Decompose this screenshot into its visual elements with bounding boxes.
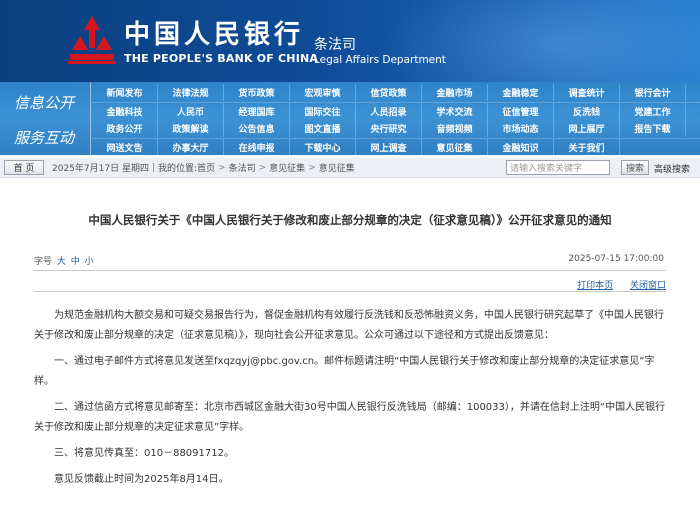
- breadcrumb-item[interactable]: 意见征集: [269, 161, 305, 174]
- nav-item[interactable]: 银行会计: [620, 84, 686, 101]
- article-paragraph: 为规范金融机构大额交易和可疑交易报告行为，督促金融机构有效履行反洗钱和反恐怖融资…: [34, 310, 664, 341]
- font-size-label: 字号: [34, 257, 53, 267]
- nav-item[interactable]: 下载中心: [290, 139, 356, 156]
- nav-divider: [90, 82, 91, 155]
- nav-item[interactable]: 货币政策: [224, 84, 290, 101]
- nav-item[interactable]: 人员招录: [356, 103, 422, 120]
- chevron-right-icon: >: [258, 162, 267, 173]
- nav-item[interactable]: 人民币: [158, 103, 224, 120]
- nav-item[interactable]: 新闻发布: [92, 84, 158, 101]
- nav-item[interactable]: 金融科技: [92, 103, 158, 120]
- nav-item[interactable]: 征信管理: [488, 103, 554, 120]
- article-actions: 打印本页 关闭窗口: [563, 278, 666, 291]
- bank-name-cn: 中国人民银行: [124, 20, 305, 50]
- nav-item[interactable]: 网上展厅: [554, 120, 620, 137]
- search-button[interactable]: 搜索: [621, 160, 649, 175]
- divider: [34, 270, 666, 271]
- nav-item[interactable]: 金融稳定: [488, 84, 554, 101]
- search-input[interactable]: 请输入搜索关键字: [506, 160, 610, 175]
- article-meta: 字号 大 中 小 2025-07-15 17:00:00: [34, 254, 666, 267]
- nav-item[interactable]: 宏观审慎: [290, 84, 356, 101]
- article-paragraph: 意见反馈截止时间为2025年8月14日。: [54, 474, 229, 485]
- breadcrumb-item[interactable]: 意见征集: [319, 161, 355, 174]
- department-name-cn: 条法司: [314, 37, 356, 53]
- nav-group-service-interaction: 服务互动: [14, 128, 75, 147]
- bank-name-en: THE PEOPLE'S BANK OF CHINA: [124, 52, 319, 65]
- font-size-large[interactable]: 大: [57, 257, 66, 267]
- nav-item[interactable]: 央行研究: [356, 120, 422, 137]
- nav-item[interactable]: 金融知识: [488, 139, 554, 156]
- separator: |: [151, 162, 155, 173]
- publish-date: 2025-07-15 17:00:00: [568, 254, 664, 264]
- nav-item[interactable]: 调查统计: [554, 84, 620, 101]
- chevron-right-icon: >: [218, 162, 226, 173]
- article-paragraph: 二、通过信函方式将意见邮寄至：北京市西城区金融大街30号中国人民银行反洗钱局（邮…: [34, 402, 666, 433]
- pboc-emblem-icon: [68, 16, 116, 64]
- nav-item[interactable]: 反洗钱: [554, 103, 620, 120]
- current-date: 2025年7月17日 星期四: [52, 164, 149, 174]
- nav-row-2: 金融科技 人民币 经理国库 国际交往 人员招录 学术交流 征信管理 反洗钱 党建…: [92, 102, 700, 120]
- close-window-link[interactable]: 关闭窗口: [630, 281, 666, 291]
- nav-item[interactable]: 学术交流: [422, 103, 488, 120]
- nav-item[interactable]: 图文直播: [290, 120, 356, 137]
- chevron-right-icon: >: [308, 162, 316, 173]
- font-size-selector: 字号 大 中 小: [34, 257, 94, 267]
- nav-item[interactable]: 金融市场: [422, 84, 488, 101]
- department-name-en: Legal Affairs Department: [314, 54, 446, 66]
- nav-item[interactable]: 国际交往: [290, 103, 356, 120]
- font-size-small[interactable]: 小: [85, 257, 94, 267]
- nav-item[interactable]: 政策解读: [158, 120, 224, 137]
- nav-item[interactable]: 网上调查: [356, 139, 422, 156]
- nav-item[interactable]: 法律法规: [158, 84, 224, 101]
- article-title: 中国人民银行关于《中国人民银行关于修改和废止部分规章的决定（征求意见稿）》公开征…: [88, 213, 612, 227]
- breadcrumb-bar: 首 页 2025年7月17日 星期四 | 我的位置:首页 > 条法司 > 意见征…: [0, 158, 700, 178]
- article-body: 为规范金融机构大额交易和可疑交易报告行为，督促金融机构有效履行反洗钱和反恐怖融资…: [34, 306, 666, 496]
- nav-group-info-disclosure: 信息公开: [14, 93, 75, 112]
- nav-item[interactable]: 音频视频: [422, 120, 488, 137]
- main-navigation: 信息公开 服务互动 新闻发布 法律法规 货币政策 宏观审慎 信贷政策 金融市场 …: [0, 82, 700, 156]
- nav-item[interactable]: 网送文告: [92, 139, 158, 156]
- nav-item[interactable]: 报告下载: [620, 120, 686, 137]
- nav-item[interactable]: 办事大厅: [158, 139, 224, 156]
- nav-item[interactable]: 市场动态: [488, 120, 554, 137]
- nav-item[interactable]: 意见征集: [422, 139, 488, 156]
- nav-row-3: 政务公开 政策解读 公告信息 图文直播 央行研究 音频视频 市场动态 网上展厅 …: [92, 120, 700, 137]
- nav-row-1: 新闻发布 法律法规 货币政策 宏观审慎 信贷政策 金融市场 金融稳定 调查统计 …: [92, 84, 700, 101]
- article-paragraph: 三、将意见传真至：010－88091712。: [54, 448, 234, 459]
- divider: [34, 291, 666, 292]
- print-link[interactable]: 打印本页: [577, 281, 613, 291]
- nav-item[interactable]: 关于我们: [554, 139, 620, 156]
- home-button[interactable]: 首 页: [4, 160, 44, 175]
- article-paragraph: 一、通过电子邮件方式将意见发送至fxqzqyj@pbc.gov.cn。邮件标题请…: [34, 356, 655, 387]
- advanced-search-link[interactable]: 高级搜索: [654, 162, 690, 175]
- banner-glow: [380, 0, 700, 82]
- nav-item[interactable]: 信贷政策: [356, 84, 422, 101]
- nav-row-4: 网送文告 办事大厅 在线申报 下载中心 网上调查 意见征集 金融知识 关于我们: [92, 138, 700, 156]
- header-banner: 中国人民银行 THE PEOPLE'S BANK OF CHINA 条法司 Le…: [0, 0, 700, 82]
- breadcrumb-item[interactable]: 条法司: [229, 161, 256, 174]
- breadcrumb-prefix[interactable]: 我的位置:首页: [158, 161, 215, 174]
- nav-item[interactable]: 公告信息: [224, 120, 290, 137]
- nav-item[interactable]: 党建工作: [620, 103, 686, 120]
- font-size-medium[interactable]: 中: [71, 257, 80, 267]
- nav-item[interactable]: 经理国库: [224, 103, 290, 120]
- nav-item[interactable]: 政务公开: [92, 120, 158, 137]
- nav-item[interactable]: 在线申报: [224, 139, 290, 156]
